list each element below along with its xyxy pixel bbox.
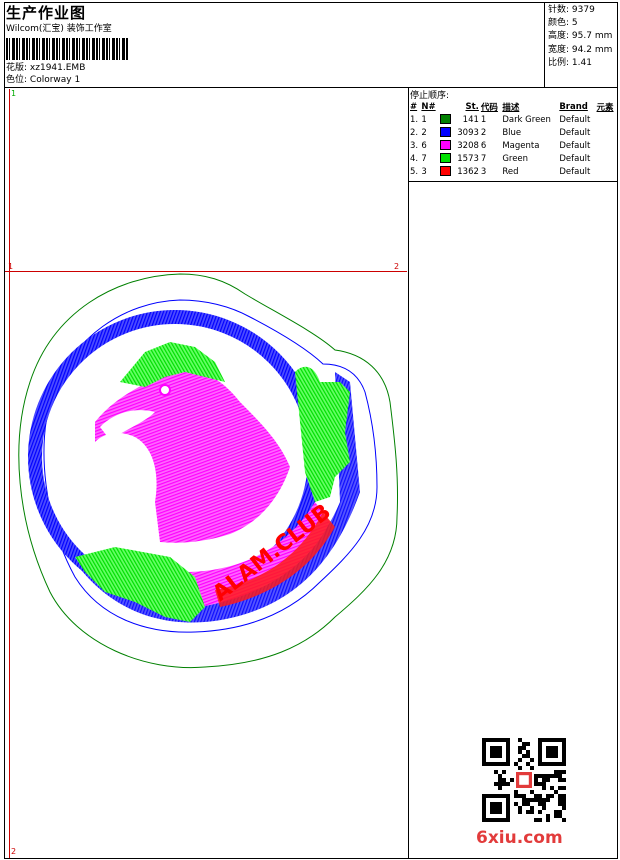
watermark-tld: .com <box>516 828 563 848</box>
row-n: 2 <box>421 127 427 138</box>
colorway-label: 色位: <box>6 75 28 85</box>
row-st: 1573 <box>457 153 479 164</box>
row-swatch <box>439 139 454 152</box>
mark-mid-left: 1 <box>8 262 14 271</box>
mark-mid-right: 2 <box>394 262 400 271</box>
row-idx: 3. <box>410 140 419 151</box>
color-swatch <box>439 127 451 138</box>
color-swatch <box>439 140 451 151</box>
col-brand: Brand <box>559 101 588 112</box>
stat-height: 高度: 95.7 mm <box>548 31 613 42</box>
row-brand: Default <box>559 114 591 125</box>
stat-scale: 比例: 1.41 <box>548 57 592 68</box>
col-swatch <box>439 100 454 113</box>
watermark-main: 6xiu <box>476 828 517 848</box>
row-swatch <box>439 165 454 178</box>
row-idx: 2. <box>410 127 419 138</box>
watermark: 6xiu.com <box>476 828 563 848</box>
color-swatch <box>439 153 451 164</box>
row-code: 3 <box>480 166 487 177</box>
stop-row: 3. 6 3208 6 Magenta Default <box>409 139 617 152</box>
design-value: xz1941.EMB <box>29 63 86 73</box>
row-desc: Magenta <box>502 140 540 151</box>
row-code: 1 <box>480 114 487 125</box>
stat-width: 宽度: 94.2 mm <box>548 44 613 55</box>
row-desc: Red <box>502 166 519 177</box>
row-desc: Dark Green <box>502 114 551 125</box>
row-code: 7 <box>480 153 487 164</box>
color-swatch <box>439 166 451 177</box>
col-code: 代码 <box>480 102 498 113</box>
col-elem: 元素 <box>596 102 614 113</box>
col-idx: # <box>410 101 418 112</box>
stop-row: 4. 7 1573 7 Green Default <box>409 152 617 165</box>
stop-table-header: # N# St. 代码 描述 Brand 元素 <box>409 100 617 113</box>
design-name-row: 花版: xz1941.EMB <box>6 63 85 74</box>
row-n: 7 <box>421 153 427 164</box>
barcode <box>6 38 128 60</box>
row-code: 2 <box>480 127 487 138</box>
row-st: 141 <box>462 114 479 125</box>
stop-row: 5. 3 1362 3 Red Default <box>409 165 617 178</box>
row-elem <box>596 113 617 126</box>
row-st: 3093 <box>457 127 479 138</box>
row-n: 3 <box>421 166 427 177</box>
col-st: St. <box>465 101 479 112</box>
row-brand: Default <box>559 127 591 138</box>
stop-row: 1. 1 141 1 Dark Green Default <box>409 113 617 126</box>
mark-top-left: 1 <box>11 89 17 98</box>
stop-table: # N# St. 代码 描述 Brand 元素 1. 1 141 1 Dark Gree… <box>409 100 617 178</box>
stop-row: 2. 2 3093 2 Blue Default <box>409 126 617 139</box>
row-brand: Default <box>559 140 591 151</box>
colorway-value: Colorway 1 <box>29 75 81 85</box>
row-n: 6 <box>421 140 427 151</box>
studio-name: Wilcom(汇宝) 装饰工作室 <box>6 24 112 34</box>
design-label: 花版: <box>6 63 28 73</box>
colorway-row: 色位: Colorway 1 <box>6 75 80 86</box>
qr-code <box>482 738 566 822</box>
color-swatch <box>439 114 451 125</box>
stats-panel: 针数: 9379 颜色: 5 高度: 95.7 mm 宽度: 94.2 mm 比… <box>548 4 612 70</box>
row-elem <box>596 165 617 178</box>
page-title: 生产作业图 <box>6 4 87 22</box>
table-divider <box>408 181 618 182</box>
embroidery-design: ALAM.CLUB <box>18 273 399 669</box>
eagle-eye <box>159 384 171 396</box>
col-desc: 描述 <box>502 102 520 113</box>
row-elem <box>596 139 617 152</box>
row-elem <box>596 126 617 139</box>
row-idx: 1. <box>410 114 419 125</box>
row-idx: 4. <box>410 153 419 164</box>
row-brand: Default <box>559 153 591 164</box>
row-desc: Green <box>502 153 529 164</box>
row-code: 6 <box>480 140 487 151</box>
stat-stitches: 针数: 9379 <box>548 5 595 15</box>
col-n: N# <box>421 101 436 112</box>
row-brand: Default <box>559 166 591 177</box>
row-st: 3208 <box>457 140 479 151</box>
stat-colors: 颜色: 5 <box>548 18 578 29</box>
stats-divider <box>544 2 545 88</box>
row-idx: 5. <box>410 166 419 177</box>
row-swatch <box>439 126 454 139</box>
row-swatch <box>439 152 454 165</box>
row-swatch <box>439 113 454 126</box>
row-st: 1362 <box>457 166 479 177</box>
row-n: 1 <box>421 114 427 125</box>
mark-bottom-left: 2 <box>11 847 17 856</box>
row-elem <box>596 152 617 165</box>
row-desc: Blue <box>502 127 522 138</box>
